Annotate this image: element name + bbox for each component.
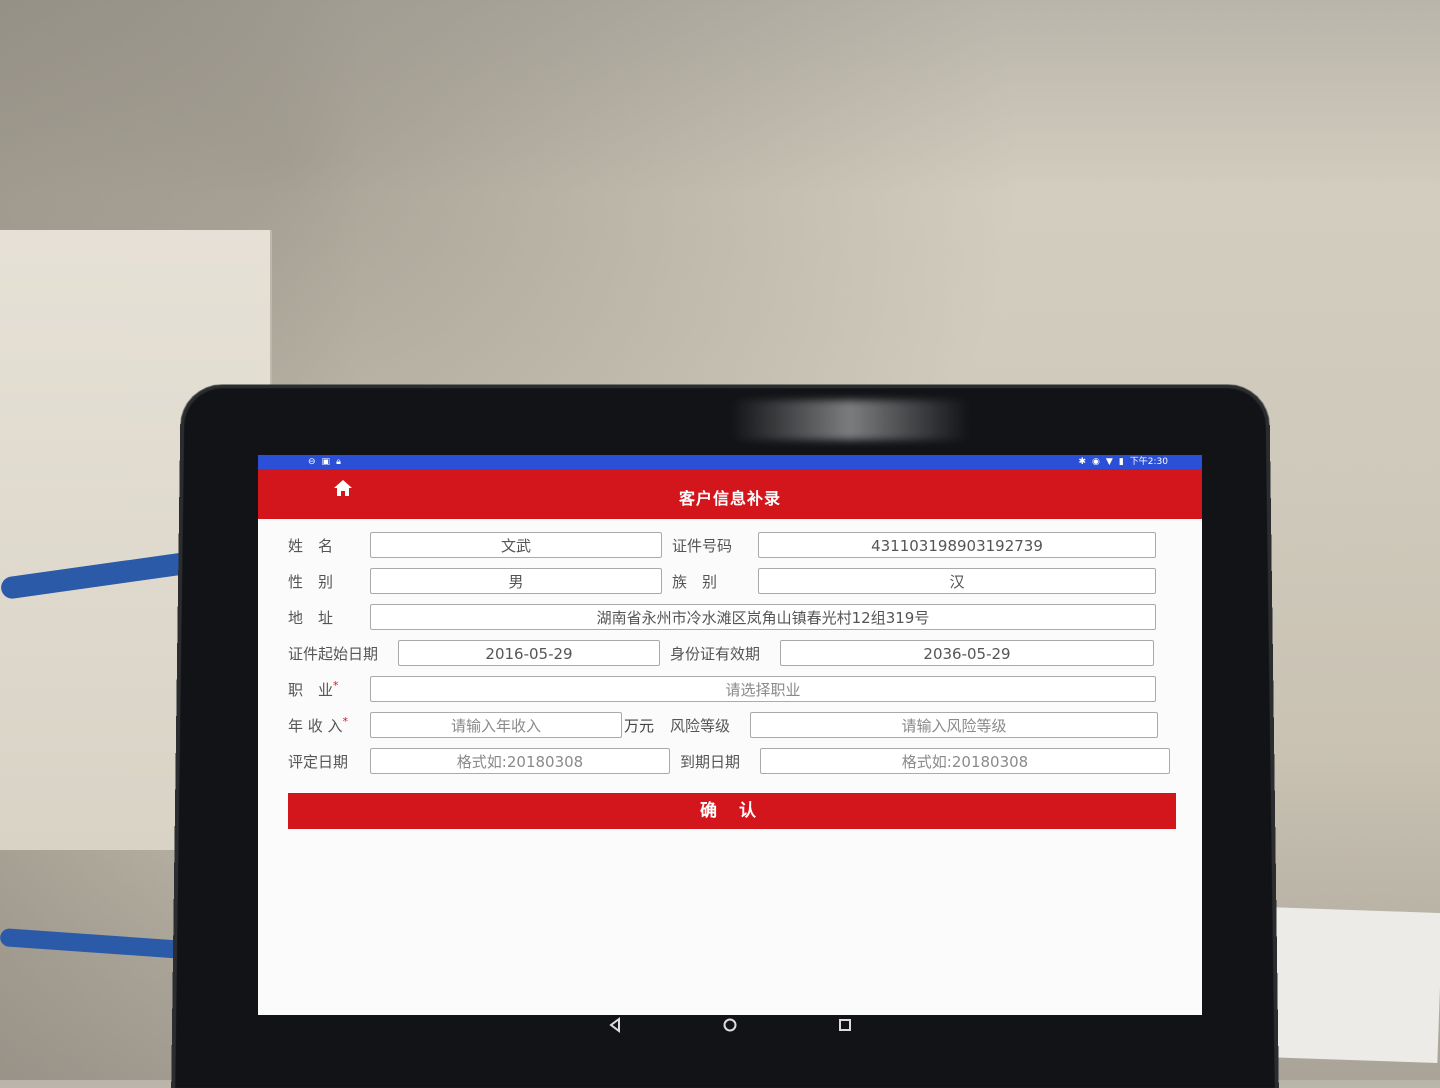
- home-icon[interactable]: [332, 477, 354, 499]
- required-marker: *: [342, 714, 349, 728]
- form-row: 年 收 入* 请输入年收入 万元 风险等级 请输入风险等级: [288, 707, 1172, 743]
- bezel-glare: [730, 400, 970, 440]
- id-valid-date-field[interactable]: 2036-05-29: [780, 640, 1154, 666]
- status-bar: ⊖ ▣ 🔒︎ ✱ ◉ ▼ ▮ 下午2:30: [258, 455, 1202, 469]
- income-unit: 万元: [624, 716, 655, 735]
- required-marker: *: [333, 678, 339, 692]
- form-row: 姓 名 文武 证件号码 431103198903192739: [288, 527, 1172, 563]
- gender-label: 性 别: [288, 572, 334, 591]
- tablet-screen: ⊖ ▣ 🔒︎ ✱ ◉ ▼ ▮ 下午2:30 客户信息补录 姓 名 文武 证件号码…: [258, 455, 1202, 1015]
- app-header: 客户信息补录: [258, 469, 1202, 519]
- eye-icon: ◉: [1092, 457, 1100, 467]
- form-row: 性 别 男 族 别 汉: [288, 563, 1172, 599]
- gender-field[interactable]: 男: [370, 568, 662, 594]
- app-icon: ▣: [321, 457, 331, 467]
- occupation-label: 职 业*: [288, 679, 370, 700]
- name-label: 姓 名: [288, 536, 334, 555]
- name-field[interactable]: 文武: [370, 532, 662, 558]
- wifi-icon: ▼: [1105, 457, 1113, 467]
- background-paper: [1259, 906, 1440, 1064]
- notification-icon: ⊖: [308, 457, 316, 467]
- expiry-date-input[interactable]: 格式如:20180308: [760, 748, 1170, 774]
- ethnicity-label: 族 别: [672, 572, 718, 591]
- back-icon[interactable]: [600, 1010, 630, 1040]
- rating-date-input[interactable]: 格式如:20180308: [370, 748, 670, 774]
- risk-level-input[interactable]: 请输入风险等级: [750, 712, 1159, 738]
- status-time: 下午2:30: [1129, 457, 1168, 467]
- form-row: 评定日期 格式如:20180308 到期日期 格式如:20180308: [288, 743, 1172, 779]
- risk-level-label: 风险等级: [670, 716, 731, 735]
- lock-icon: 🔒︎: [336, 457, 341, 467]
- id-start-date-label: 证件起始日期: [288, 644, 379, 663]
- form-row: 地 址 湖南省永州市冷水滩区岚角山镇春光村12组319号: [288, 599, 1172, 635]
- address-field[interactable]: 湖南省永州市冷水滩区岚角山镇春光村12组319号: [370, 604, 1156, 630]
- form-row: 职 业* 请选择职业: [288, 671, 1172, 707]
- confirm-button[interactable]: 确 认: [288, 793, 1176, 829]
- id-number-field[interactable]: 431103198903192739: [758, 532, 1156, 558]
- annual-income-input[interactable]: 请输入年收入: [370, 712, 622, 738]
- bluetooth-icon: ✱: [1078, 457, 1087, 467]
- expiry-date-label: 到期日期: [680, 752, 741, 771]
- form-row: 证件起始日期 2016-05-29 身份证有效期 2036-05-29: [288, 635, 1172, 671]
- android-nav-bar: [600, 1010, 860, 1040]
- annual-income-label: 年 收 入*: [288, 715, 370, 736]
- id-start-date-field[interactable]: 2016-05-29: [398, 640, 660, 666]
- rating-date-label: 评定日期: [288, 752, 349, 771]
- annual-income-label-text: 年 收 入: [288, 716, 343, 735]
- customer-info-form: 姓 名 文武 证件号码 431103198903192739 性 别 男 族 别…: [258, 519, 1202, 779]
- ethnicity-field[interactable]: 汉: [758, 568, 1156, 594]
- id-valid-date-label: 身份证有效期: [670, 644, 761, 663]
- occupation-label-text: 职 业: [288, 680, 334, 699]
- address-label: 地 址: [288, 608, 334, 627]
- id-number-label: 证件号码: [672, 536, 733, 555]
- recents-icon[interactable]: [830, 1010, 860, 1040]
- occupation-select[interactable]: 请选择职业: [370, 676, 1156, 702]
- home-circle-icon[interactable]: [715, 1010, 745, 1040]
- page-title: 客户信息补录: [678, 489, 781, 508]
- battery-icon: ▮: [1118, 457, 1124, 467]
